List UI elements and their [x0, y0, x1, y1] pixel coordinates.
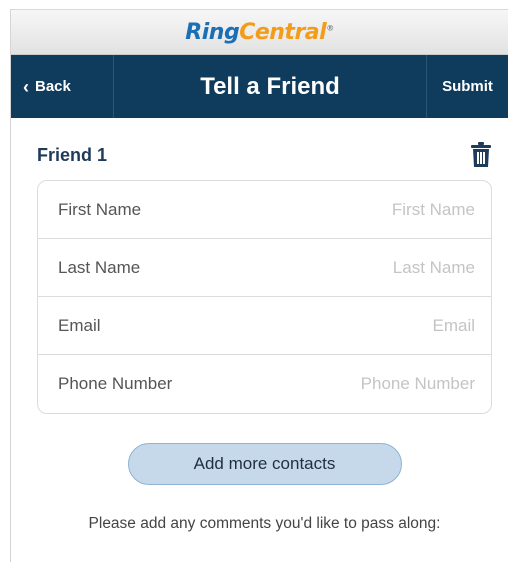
email-row: Email — [38, 297, 491, 355]
phone-number-label: Phone Number — [58, 374, 173, 393]
logo-ring: Ring — [185, 19, 240, 45]
nav-bar: ‹ Back Tell a Friend Submit — [11, 55, 508, 118]
first-name-input[interactable] — [275, 199, 475, 220]
first-name-label: First Name — [58, 199, 142, 219]
last-name-label: Last Name — [58, 257, 141, 277]
ringcentral-logo: RingCentral® — [185, 19, 334, 45]
submit-button[interactable]: Submit — [426, 55, 508, 118]
app-window: RingCentral® ‹ Back Tell a Friend Submit… — [10, 9, 508, 562]
comments-prompt: Please add any comments you'd like to pa… — [88, 515, 441, 532]
logo-mark: ® — [326, 23, 334, 33]
email-input[interactable] — [275, 315, 475, 336]
trash-icon[interactable] — [470, 142, 492, 168]
main-content: Friend 1 First Name Last Name Email — [11, 118, 508, 533]
back-label: Back — [35, 78, 71, 95]
chevron-left-icon: ‹ — [23, 76, 29, 97]
last-name-row: Last Name — [38, 239, 491, 297]
back-button[interactable]: ‹ Back — [11, 55, 114, 118]
phone-number-row: Phone Number — [38, 355, 491, 413]
logo-central: Central — [239, 19, 327, 45]
add-contacts-wrap: Add more contacts — [37, 443, 492, 485]
email-label: Email — [58, 315, 101, 335]
brand-bar: RingCentral® — [11, 10, 508, 55]
first-name-row: First Name — [38, 181, 491, 239]
phone-number-input[interactable] — [275, 374, 475, 394]
last-name-input[interactable] — [275, 257, 475, 278]
page-title: Tell a Friend — [200, 72, 340, 100]
friend-fields-card: First Name Last Name Email Phone Number — [37, 180, 492, 414]
add-more-contacts-button[interactable]: Add more contacts — [127, 443, 402, 485]
friend-title: Friend 1 — [37, 144, 108, 165]
